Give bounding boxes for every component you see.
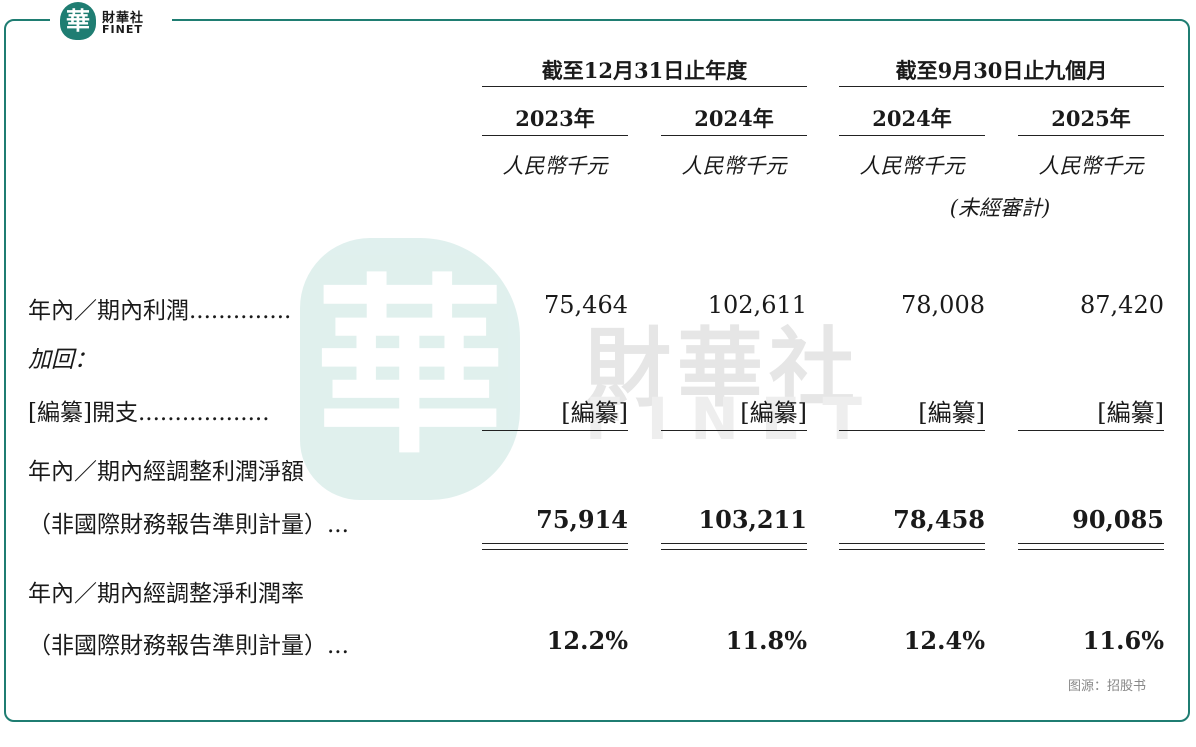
cell-value: [編纂] [561,399,628,427]
cell-value: 12.4% [903,626,985,655]
unaudited-note: (未經審計) [949,196,1051,220]
cell-value: 78,008 [901,291,985,319]
group-header-fiscal-year: 截至12月31日止年度 [541,58,748,83]
total-rule [661,549,807,550]
year-header: 2023年 [515,106,595,131]
subtotal-rule [661,430,807,431]
cell-value: 102,611 [707,291,807,319]
total-rule [482,543,628,544]
total-rule [1018,543,1164,544]
cell-value: 87,420 [1080,291,1164,319]
brand-mark-icon: 華 [60,2,96,40]
group-header-nine-months: 截至9月30日止九個月 [895,58,1108,83]
cell-value: [編纂] [740,399,807,427]
subtotal-rule [482,430,628,431]
group-rule [839,86,1164,87]
total-rule [839,549,985,550]
year-rule [482,135,628,136]
cell-value: 90,085 [1072,505,1164,534]
subtotal-rule [1018,430,1164,431]
cell-value: [編纂] [918,399,985,427]
group-rule [482,86,807,87]
year-rule [661,135,807,136]
total-rule [661,543,807,544]
total-rule [839,543,985,544]
row-label-expense: [編纂]開支.................. [28,400,270,426]
cell-value: 12.2% [546,626,628,655]
watermark-mark: 華 [300,238,520,500]
year-header: 2024年 [872,106,952,131]
row-label-adj-margin-2: （非國際財務報告準則計量）... [28,633,349,659]
row-label-profit: 年內／期內利潤.............. [28,298,292,324]
unit-label: 人民幣千元 [502,154,608,178]
brand-name-en: FINET [102,23,143,36]
cell-value: 75,914 [536,505,628,534]
year-rule [839,135,985,136]
cell-value: 78,458 [893,505,985,534]
cell-value: 103,211 [698,505,807,534]
year-header: 2025年 [1051,106,1131,131]
brand-logo: 華 財華社 FINET [50,0,172,42]
total-rule [1018,549,1164,550]
year-header: 2024年 [694,106,774,131]
subtotal-rule [839,430,985,431]
cell-value: 11.8% [725,626,807,655]
row-label-addback: 加回： [28,347,97,373]
year-rule [1018,135,1164,136]
cell-value: [編纂] [1097,399,1164,427]
unit-label: 人民幣千元 [1038,154,1144,178]
unit-label: 人民幣千元 [681,154,787,178]
unit-label: 人民幣千元 [859,154,965,178]
cell-value: 75,464 [544,291,628,319]
cell-value: 11.6% [1082,626,1164,655]
row-label-adj-profit-2: （非國際財務報告準則計量）... [28,512,349,538]
row-label-adj-profit-1: 年內／期內經調整利潤淨額 [28,459,304,485]
row-label-adj-margin-1: 年內／期內經調整淨利潤率 [28,581,304,607]
source-note: 图源：招股书 [1068,679,1147,694]
total-rule [482,549,628,550]
